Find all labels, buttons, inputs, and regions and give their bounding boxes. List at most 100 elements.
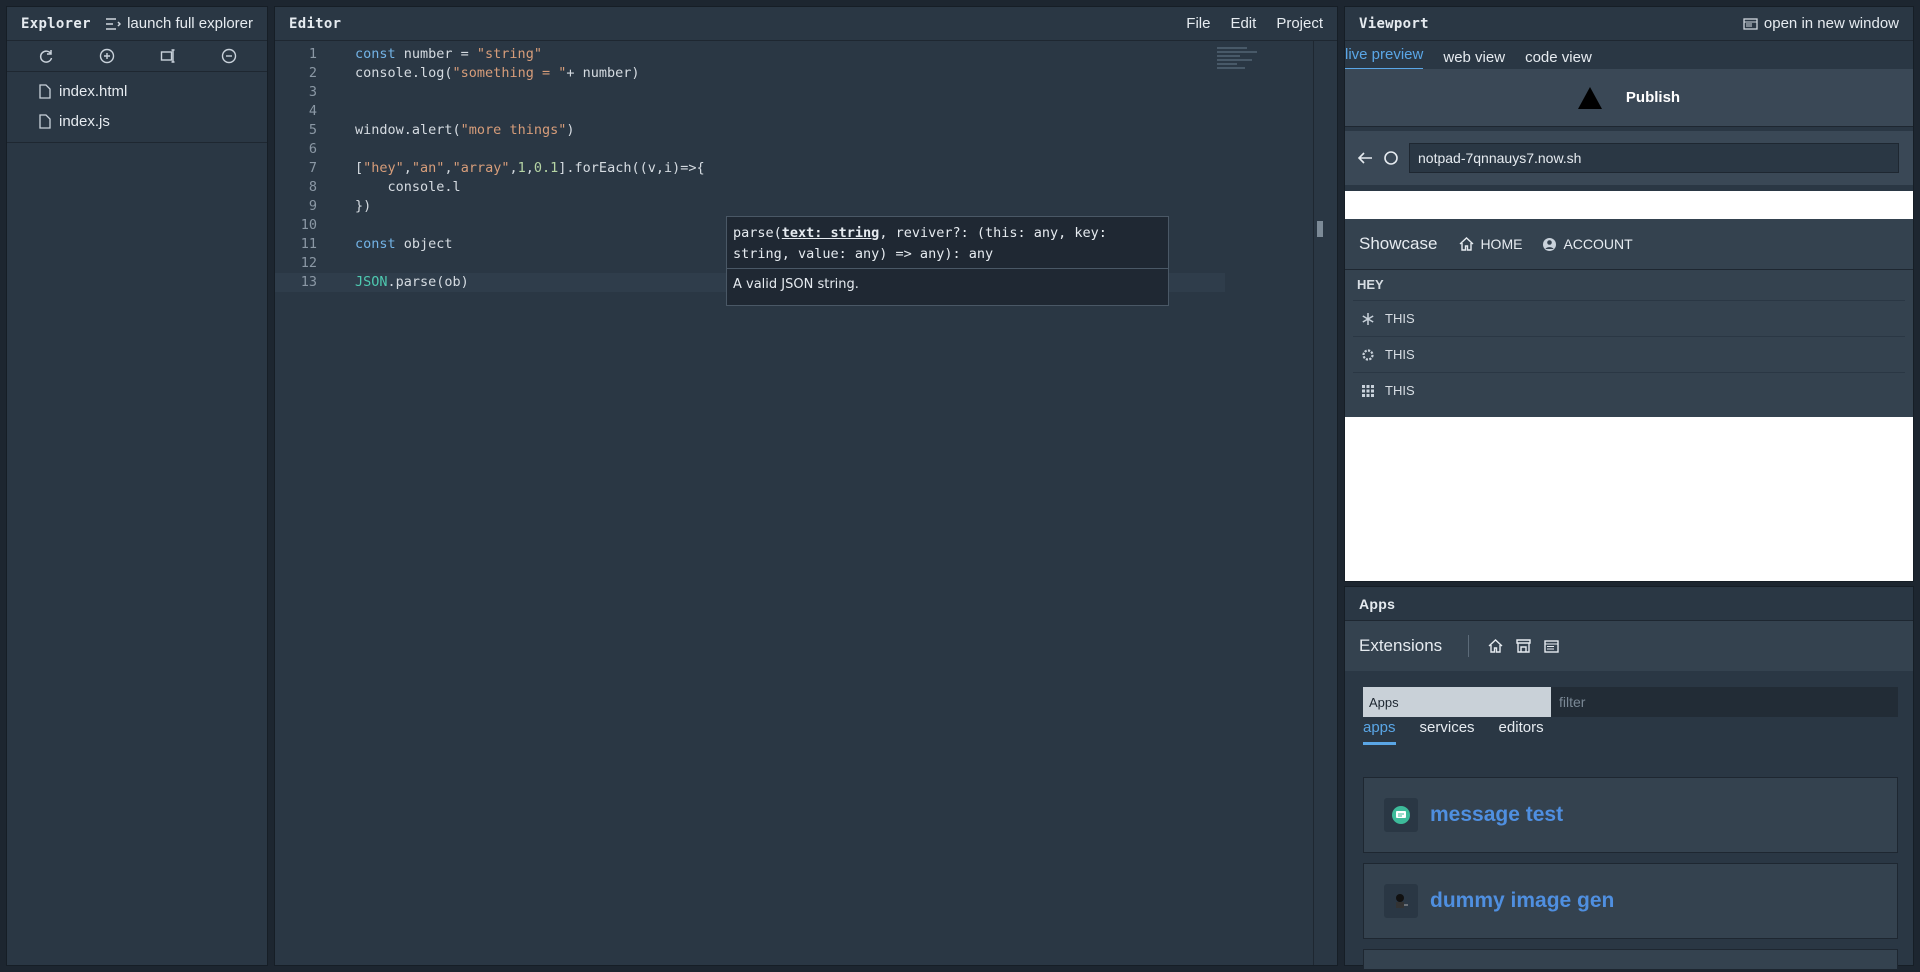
line-number: 12: [300, 255, 317, 271]
line-number: 5: [308, 122, 317, 138]
line-number: 1: [308, 46, 317, 62]
explorer-title: Explorer: [21, 15, 91, 32]
editor-title: Editor: [289, 15, 342, 32]
line-content: console.l: [355, 179, 461, 195]
list-header: HEY: [1357, 277, 1384, 292]
app-card-partial[interactable]: [1363, 949, 1898, 969]
publish-button[interactable]: Publish: [1345, 69, 1913, 127]
scroll-marker[interactable]: [1317, 221, 1323, 237]
code-line[interactable]: 3: [275, 83, 1225, 102]
viewport-header: Viewport open in new window: [1345, 7, 1913, 41]
line-number: 8: [308, 179, 317, 195]
preview-brand[interactable]: Showcase: [1359, 234, 1437, 254]
list-item[interactable]: THIS: [1353, 336, 1905, 372]
list-icon: [106, 17, 122, 30]
back-arrow-icon[interactable]: [1357, 151, 1373, 165]
preview-navbar: Showcase HOME ACCOUNT: [1345, 219, 1913, 269]
url-field[interactable]: notpad-7qnnauys7.now.sh: [1409, 143, 1899, 173]
menu-file[interactable]: File: [1186, 15, 1210, 32]
code-line[interactable]: 1 const number = "string": [275, 45, 1225, 64]
viewport-tabs: live preview web view code view: [1345, 41, 1913, 71]
line-content: const number = "string": [355, 46, 542, 62]
minimap[interactable]: [1217, 45, 1267, 75]
file-name: index.js: [59, 112, 110, 130]
apps-tabs: apps services editors: [1363, 719, 1544, 745]
viewport-panel: Viewport open in new window live preview…: [1344, 6, 1914, 582]
line-content: JSON.parse(ob): [355, 274, 469, 290]
code-line[interactable]: 9}): [275, 197, 1225, 216]
editor-panel: Editor File Edit Project 13 JSON.parse(ob…: [274, 6, 1338, 966]
file-item[interactable]: index.js: [7, 106, 267, 136]
category-select[interactable]: Apps: [1363, 687, 1551, 717]
preview-blank-strip: [1345, 191, 1913, 219]
code-line[interactable]: 7 ["hey","an","array",1,0.1].forEach((v,i…: [275, 159, 1225, 178]
nav-home-label: HOME: [1480, 236, 1523, 252]
nav-account-label: ACCOUNT: [1563, 236, 1633, 252]
line-number: 2: [308, 65, 317, 81]
tab-code-view[interactable]: code view: [1525, 49, 1592, 71]
open-in-new-window-button[interactable]: open in new window: [1743, 15, 1899, 32]
add-file-icon[interactable]: [97, 46, 117, 66]
cog-icon: [1362, 348, 1374, 361]
list-item[interactable]: THIS: [1353, 372, 1905, 408]
app-card[interactable]: message test: [1363, 777, 1898, 853]
browser-window-icon[interactable]: [1543, 638, 1559, 654]
launch-full-explorer-button[interactable]: launch full explorer: [105, 15, 253, 32]
nav-account[interactable]: ACCOUNT: [1542, 236, 1633, 252]
apps-panel: Apps Extensions Apps filter apps service…: [1344, 586, 1914, 969]
preview-blank-area: [1345, 417, 1913, 581]
home-icon[interactable]: [1487, 638, 1503, 654]
code-line[interactable]: 2 console.log("something = "+ number): [275, 64, 1225, 83]
publish-label: Publish: [1625, 89, 1681, 106]
tooltip-doc: A valid JSON string.: [733, 277, 859, 292]
signature-tooltip: parse(text: string, reviver?: (this: any…: [726, 216, 1169, 306]
code-line[interactable]: 8 console.l: [275, 178, 1225, 197]
launch-full-explorer-label: launch full explorer: [127, 15, 253, 32]
reload-circle-icon[interactable]: [1383, 150, 1399, 166]
tab-editors[interactable]: editors: [1499, 719, 1544, 745]
line-content: ["hey","an","array",1,0.1].forEach((v,i)…: [355, 160, 705, 176]
list-item[interactable]: THIS: [1353, 300, 1905, 336]
line-number: 13: [300, 274, 317, 290]
code-line[interactable]: 6: [275, 140, 1225, 159]
tooltip-signature: parse(text: string, reviver?: (this: any…: [727, 217, 1168, 269]
tab-services[interactable]: services: [1420, 719, 1475, 745]
tab-live-preview[interactable]: live preview: [1345, 46, 1424, 71]
editor-menu: File Edit Project: [1186, 15, 1323, 32]
line-content: }): [355, 198, 372, 214]
line-content: window.alert("more things"): [355, 122, 575, 138]
file-item[interactable]: index.html: [7, 76, 267, 106]
code-area[interactable]: 13 JSON.parse(ob) 12 11 const object 10 9}) 8 c…: [275, 41, 1325, 965]
menu-project[interactable]: Project: [1276, 15, 1323, 32]
line-number: 10: [300, 217, 317, 233]
line-number: 7: [308, 160, 317, 176]
home-icon: [1459, 237, 1474, 251]
preview-list: HEY THIS THIS THIS: [1345, 269, 1913, 417]
tab-apps[interactable]: apps: [1363, 719, 1396, 745]
menu-edit[interactable]: Edit: [1230, 15, 1256, 32]
extensions-bar: Extensions: [1345, 621, 1913, 671]
delete-file-icon[interactable]: [219, 46, 239, 66]
address-bar: notpad-7qnnauys7.now.sh: [1345, 131, 1913, 185]
tab-web-view[interactable]: web view: [1443, 49, 1505, 71]
app-card[interactable]: dummy image gen: [1363, 863, 1898, 939]
apps-header: Apps: [1345, 587, 1913, 621]
list-item-label: THIS: [1385, 383, 1415, 398]
editor-scrollbar[interactable]: [1313, 41, 1325, 965]
explorer-header: Explorer launch full explorer: [7, 7, 267, 41]
explorer-toolbar: [7, 41, 267, 71]
filter-input[interactable]: filter: [1551, 687, 1898, 717]
store-icon[interactable]: [1515, 638, 1531, 654]
line-number: 11: [300, 236, 317, 252]
nav-home[interactable]: HOME: [1459, 236, 1522, 252]
refresh-icon[interactable]: [36, 46, 56, 66]
extensions-label: Extensions: [1359, 636, 1443, 655]
explorer-panel: Explorer launch full explorer index.html…: [6, 6, 268, 966]
app-card-name: dummy image gen: [1430, 889, 1615, 912]
divider: [1468, 635, 1470, 657]
code-line[interactable]: 5 window.alert("more things"): [275, 121, 1225, 140]
rename-icon[interactable]: [158, 46, 178, 66]
viewport-title: Viewport: [1359, 15, 1429, 32]
message-app-icon: [1384, 798, 1418, 832]
code-line[interactable]: 4: [275, 102, 1225, 121]
